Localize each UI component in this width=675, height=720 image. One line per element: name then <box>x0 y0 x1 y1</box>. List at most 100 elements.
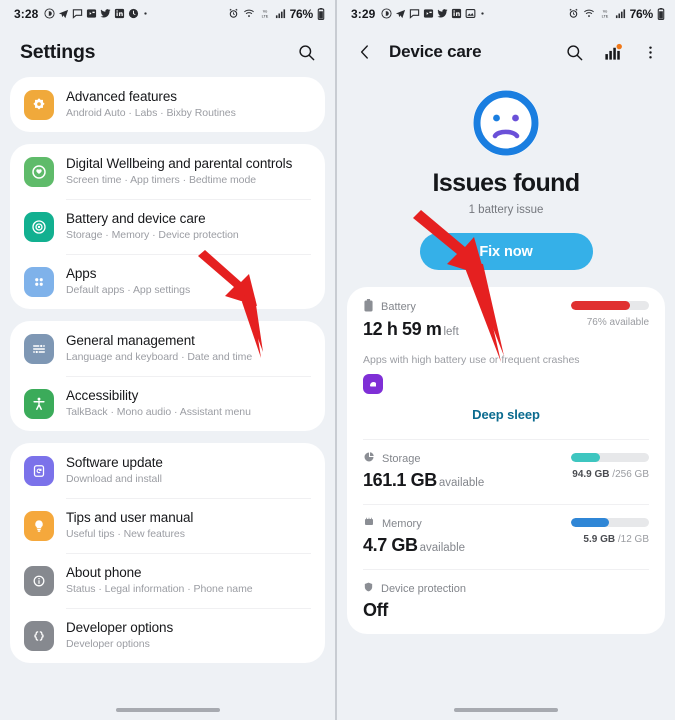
battery-gauge: 76% available <box>553 301 649 328</box>
sidebar-item-general-management[interactable]: General management Language and keyboard… <box>10 321 325 376</box>
sidebar-item-advanced-features[interactable]: Advanced features Android Auto · Labs · … <box>10 77 325 132</box>
sidebar-item-accessibility[interactable]: Accessibility TalkBack · Mono audio · As… <box>10 376 325 431</box>
memory-section[interactable]: Memory 4.7 GB available 5.9 GB /12 GB <box>363 504 649 569</box>
battery-section[interactable]: Battery 12 h 59 m left 76% available Apps… <box>363 287 649 439</box>
settings-screen: 3:28 Vo LTE 76% Settings Advanced featur… <box>0 0 337 720</box>
battery-icon <box>363 299 374 315</box>
sidebar-item-digital-wellbeing[interactable]: Digital Wellbeing and parental controls … <box>10 144 325 199</box>
search-icon[interactable] <box>561 39 587 65</box>
device-care-header: Device care <box>337 27 675 77</box>
header-actions <box>561 39 663 65</box>
sidebar-item-about-phone[interactable]: About phone Status · Legal information ·… <box>10 553 325 608</box>
status-time: 3:28 <box>14 6 39 21</box>
dual-screenshot: 3:28 Vo LTE 76% Settings Advanced featur… <box>0 0 675 720</box>
memory-icon <box>363 516 375 531</box>
home-indicator-left[interactable] <box>0 708 335 712</box>
more-vertical-icon[interactable] <box>637 39 663 65</box>
item-subtitle: Status · Legal information · Phone name <box>66 583 253 595</box>
accessibility-icon <box>24 388 54 419</box>
item-subtitle: Default apps · App settings <box>66 284 191 296</box>
status-time: 3:29 <box>351 6 376 21</box>
memory-gauge-text: 5.9 GB /12 GB <box>553 534 649 545</box>
battery-icon <box>317 7 325 20</box>
sad-face-icon <box>470 87 542 159</box>
bar-chart-icon[interactable] <box>599 39 625 65</box>
deep-sleep-link[interactable]: Deep sleep <box>363 394 649 426</box>
sidebar-item-battery-and-device-care[interactable]: Battery and device care Storage · Memory… <box>10 199 325 254</box>
shield-icon <box>363 581 374 596</box>
chat-icon <box>409 8 420 19</box>
storage-available: 161.1 GB <box>363 470 437 490</box>
item-subtitle: Screen time · App timers · Bedtime mode <box>66 174 257 186</box>
item-title: About phone <box>66 565 142 580</box>
device-protection-label: Device protection <box>381 582 466 595</box>
fix-now-button[interactable]: Fix now <box>419 233 593 270</box>
item-subtitle: Developer options <box>66 638 150 650</box>
back-chevron-icon[interactable] <box>351 38 379 66</box>
alarm-icon <box>568 8 579 19</box>
home-indicator-right[interactable] <box>337 708 675 712</box>
status-bar-left: 3:28 Vo LTE 76% <box>0 0 335 27</box>
purple-app-icon[interactable] <box>363 374 383 394</box>
item-title: Apps <box>66 266 97 281</box>
status-subtitle: 1 battery issue <box>468 204 544 216</box>
more-dot-icon <box>479 10 486 17</box>
storage-section[interactable]: Storage 161.1 GB available 94.9 GB /256 G… <box>363 439 649 504</box>
tips-manual-icon <box>24 510 54 541</box>
advanced-features-icon <box>24 89 54 120</box>
camera-app-icon <box>86 8 97 19</box>
sidebar-item-tips-and-user-manual[interactable]: Tips and user manual Useful tips · New f… <box>10 498 325 553</box>
wifi-calling-icon <box>583 8 595 19</box>
twitter-icon <box>437 8 448 19</box>
device-status-hero: Issues found 1 battery issue Fix now <box>337 77 675 270</box>
linkedin-icon <box>114 8 125 19</box>
status-title: Issues found <box>432 169 581 197</box>
memory-bar <box>571 518 649 527</box>
memory-available: 4.7 GB <box>363 535 418 555</box>
status-system-icons: Vo LTE 76% <box>568 7 665 21</box>
item-title: Advanced features <box>66 89 177 104</box>
device-care-screen: 3:29 Vo LTE 76% Device care Issues found… <box>337 0 675 720</box>
storage-label: Storage <box>382 452 421 465</box>
storage-total: /256 GB <box>612 469 649 480</box>
volte-icon: Vo LTE <box>599 8 611 19</box>
software-update-icon <box>24 455 54 486</box>
item-title: Digital Wellbeing and parental controls <box>66 156 293 171</box>
more-dot-icon <box>142 10 149 17</box>
sidebar-item-software-update[interactable]: Software update Download and install <box>10 443 325 498</box>
page-title: Device care <box>389 42 482 61</box>
telegram-icon <box>58 8 69 19</box>
chat-icon <box>72 8 83 19</box>
battery-gauge-text: 76% available <box>586 317 649 328</box>
svg-text:Vo: Vo <box>602 10 607 14</box>
alarm-icon <box>228 8 239 19</box>
storage-gauge: 94.9 GB /256 GB <box>553 453 649 480</box>
battery-icon <box>657 7 665 20</box>
storage-used: 94.9 GB <box>572 469 610 480</box>
memory-label: Memory <box>382 517 422 530</box>
battery-apps-note: Apps with high battery use or frequent c… <box>363 354 580 366</box>
item-title: Accessibility <box>66 388 139 403</box>
storage-bar <box>571 453 649 462</box>
linkedin-icon <box>451 8 462 19</box>
settings-list[interactable]: Advanced features Android Auto · Labs · … <box>0 77 335 720</box>
status-bar-right: 3:29 Vo LTE 76% <box>337 0 675 27</box>
sidebar-item-developer-options[interactable]: Developer options Developer options <box>10 608 325 663</box>
developer-options-icon <box>24 620 54 651</box>
svg-text:LTE: LTE <box>601 14 608 18</box>
device-protection-section[interactable]: Device protection Off <box>363 569 649 634</box>
circle-d-icon <box>381 8 392 19</box>
sidebar-item-apps[interactable]: Apps Default apps · App settings <box>10 254 325 309</box>
apps-icon <box>24 266 54 297</box>
item-subtitle: Storage · Memory · Device protection <box>66 229 239 241</box>
item-subtitle: Android Auto · Labs · Bixby Routines <box>66 107 236 119</box>
item-title: Battery and device care <box>66 211 206 226</box>
general-management-icon <box>24 333 54 364</box>
memory-gauge: 5.9 GB /12 GB <box>553 518 649 545</box>
battery-label: Battery <box>381 301 416 313</box>
camera-app-icon <box>423 8 434 19</box>
telegram-icon <box>395 8 406 19</box>
settings-group: General management Language and keyboard… <box>10 321 325 431</box>
item-subtitle: Download and install <box>66 473 162 485</box>
search-icon[interactable] <box>291 37 321 67</box>
